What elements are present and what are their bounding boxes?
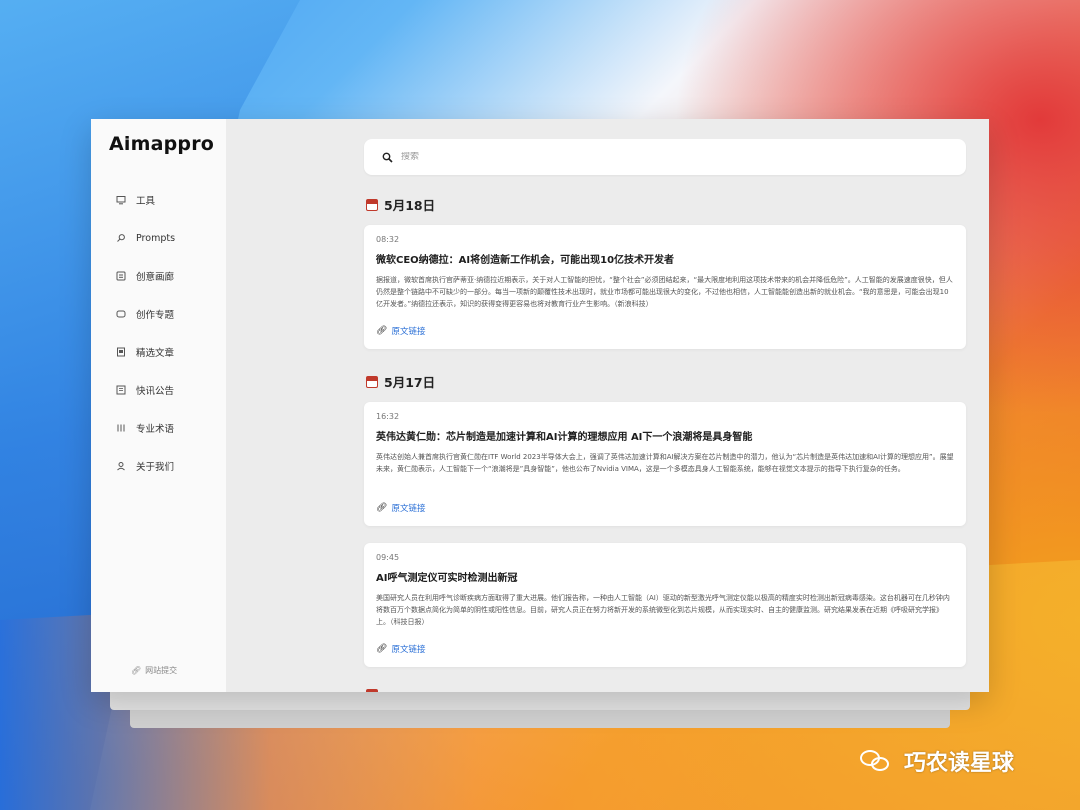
news-time: 08:32	[376, 235, 400, 244]
date-header: 5月18日	[366, 195, 435, 214]
wechat-watermark: 巧农读星球	[860, 745, 1014, 777]
sidebar-item-label: 快讯公告	[136, 386, 175, 397]
date-label: 5月18日	[384, 198, 436, 213]
sidebar-item-label: Prompts	[136, 232, 176, 244]
sidebar-item-prompts[interactable]: Prompts	[91, 219, 226, 257]
source-link-label: 原文链接	[391, 645, 426, 655]
source-link[interactable]: 🔗︎ 原文链接	[376, 502, 425, 514]
news-card: 16:32 英伟达黄仁勋：芯片制造是加速计算和AI计算的理想应用 AI下一个浪潮…	[364, 402, 966, 526]
news-card: 09:45 AI呼气测定仪可实时检测出新冠 美国研究人员在利用呼气诊断疾病方面取…	[364, 543, 966, 667]
sidebar-item-news[interactable]: 快讯公告	[91, 371, 226, 409]
app-window: Aimappro 工具 Prompts 创意画廊 创作专题 精选文章 快讯公告 …	[91, 119, 989, 692]
sidebar-item-label: 精选文章	[136, 348, 175, 359]
terms-icon	[116, 423, 126, 433]
source-link[interactable]: 🔗︎ 原文链接	[376, 325, 425, 337]
monitor-icon	[116, 195, 126, 205]
link-icon: 🔗︎	[376, 644, 388, 654]
link-icon: 🔗︎	[376, 326, 388, 336]
date-header: 5月17日	[366, 372, 435, 391]
news-icon	[116, 385, 126, 395]
sidebar-nav: 工具 Prompts 创意画廊 创作专题 精选文章 快讯公告 专业术语 关于我们	[91, 181, 226, 485]
site-submit-link[interactable]: 🔗︎ 网站提交	[131, 665, 177, 676]
brand-logo[interactable]: Aimappro	[109, 133, 214, 155]
sidebar-item-about[interactable]: 关于我们	[91, 447, 226, 485]
date-label: 5月17日	[384, 375, 436, 390]
user-icon	[116, 461, 126, 471]
sidebar-item-label: 创作专题	[136, 310, 175, 321]
news-title[interactable]: 微软CEO纳德拉：AI将创造新工作机会，可能出现10亿技术开发者	[376, 251, 954, 266]
sidebar-item-articles[interactable]: 精选文章	[91, 333, 226, 371]
news-body: 据报道，微软首席执行官萨蒂亚·纳德拉近期表示，关于对人工智能的担忧，“整个社会”…	[376, 276, 953, 308]
news-title[interactable]: AI呼气测定仪可实时检测出新冠	[376, 569, 954, 584]
gallery-icon	[116, 271, 126, 281]
news-card: 08:32 微软CEO纳德拉：AI将创造新工作机会，可能出现10亿技术开发者 据…	[364, 225, 966, 349]
sidebar-item-label: 专业术语	[136, 424, 175, 435]
article-icon	[116, 347, 126, 357]
search-icon	[382, 152, 393, 163]
sidebar-item-topics[interactable]: 创作专题	[91, 295, 226, 333]
link-icon: 🔗︎	[131, 666, 142, 675]
sidebar: Aimappro 工具 Prompts 创意画廊 创作专题 精选文章 快讯公告 …	[91, 119, 226, 692]
sidebar-item-terms[interactable]: 专业术语	[91, 409, 226, 447]
window-stack-shadow-1	[110, 692, 970, 710]
calendar-icon	[366, 689, 378, 692]
calendar-icon	[366, 375, 378, 388]
sidebar-item-label: 创意画廊	[136, 272, 175, 283]
site-submit-label: 网站提交	[145, 666, 178, 675]
date-header-partial	[366, 689, 384, 692]
search-input[interactable]	[401, 152, 561, 162]
search-bar[interactable]	[364, 139, 966, 175]
sidebar-item-tools[interactable]: 工具	[91, 181, 226, 219]
sidebar-item-label: 工具	[136, 196, 156, 207]
news-title[interactable]: 英伟达黄仁勋：芯片制造是加速计算和AI计算的理想应用 AI下一个浪潮将是具身智能	[376, 428, 954, 443]
link-icon: 🔗︎	[376, 503, 388, 513]
sidebar-item-label: 关于我们	[136, 462, 175, 473]
source-link-label: 原文链接	[391, 504, 426, 514]
wechat-icon	[860, 748, 894, 774]
search-icon	[116, 233, 126, 243]
source-link[interactable]: 🔗︎ 原文链接	[376, 643, 425, 655]
news-body: 英伟达创始人兼首席执行官黄仁勋在ITF World 2023半导体大会上，强调了…	[376, 453, 954, 473]
topic-icon	[116, 309, 126, 319]
sidebar-item-gallery[interactable]: 创意画廊	[91, 257, 226, 295]
news-body: 美国研究人员在利用呼气诊断疾病方面取得了重大进展。他们报告称，一种由人工智能（A…	[376, 594, 950, 626]
news-time: 09:45	[376, 553, 400, 562]
watermark-text: 巧农读星球	[904, 751, 1015, 776]
news-time: 16:32	[376, 412, 400, 421]
source-link-label: 原文链接	[391, 327, 426, 337]
main-content: 5月18日 08:32 微软CEO纳德拉：AI将创造新工作机会，可能出现10亿技…	[226, 119, 989, 692]
calendar-icon	[366, 198, 378, 211]
